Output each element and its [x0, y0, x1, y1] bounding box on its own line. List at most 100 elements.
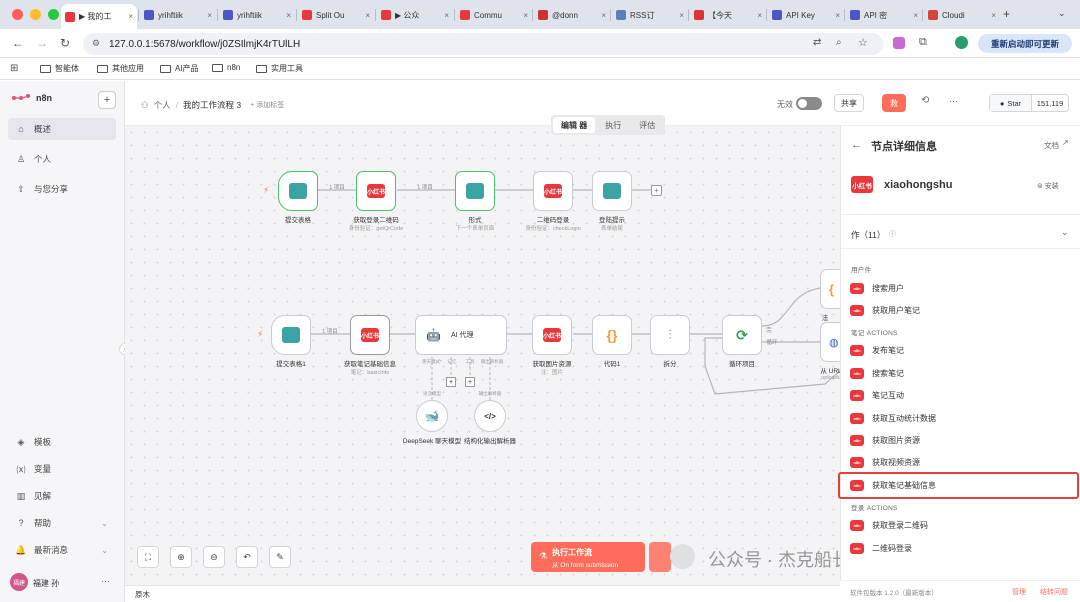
browser-tab[interactable]: 【今天 × — [690, 5, 766, 25]
action-item[interactable]: n8n 获取图片资源 — [850, 431, 1075, 449]
node-get-image[interactable]: 小红书 — [532, 315, 572, 355]
browser-tab[interactable]: yrihftiik × — [140, 5, 216, 25]
nav-item-user[interactable]: ♙ 个人 — [8, 148, 116, 170]
node-code[interactable]: {} — [592, 315, 632, 355]
manage-link[interactable]: 管理 — [1012, 587, 1026, 597]
browser-tab[interactable]: Commu × — [456, 5, 532, 25]
close-tab-icon[interactable]: × — [835, 11, 840, 20]
nav-item-template[interactable]: ◈ 模板 — [8, 431, 116, 453]
help-circle-icon[interactable]: ⓘ — [889, 229, 896, 239]
extension-icon[interactable] — [893, 37, 905, 49]
avatar[interactable]: 福建 — [10, 573, 28, 591]
nav-item-chart[interactable]: ▥ 见解 — [8, 485, 116, 507]
reload-icon[interactable]: ↻ — [60, 36, 70, 50]
profile-icon[interactable] — [955, 36, 968, 49]
nav-item-bell[interactable]: 🔔 最新消息 ⌄ — [8, 539, 116, 561]
close-tab-icon[interactable]: × — [444, 11, 449, 20]
create-button[interactable]: + — [98, 91, 116, 109]
report-issue-link[interactable]: 结转问题 — [1040, 587, 1068, 597]
workflow-canvas[interactable]: 编辑 器执行 评估 ⚡ 小红书 小红书 + 提交表格 获取登录二维码 身份验证：… — [125, 115, 912, 585]
back-icon[interactable]: ← — [12, 36, 24, 50]
close-tab-icon[interactable]: × — [207, 11, 212, 20]
deepseek-model-node[interactable]: 🐋 — [416, 400, 448, 432]
node-login-tip[interactable] — [592, 171, 632, 211]
translate-icon[interactable]: ⇄ — [813, 37, 821, 48]
action-item[interactable]: n8n 二维码登录 — [850, 539, 1075, 557]
close-tab-icon[interactable]: × — [679, 11, 684, 20]
new-tab-button[interactable]: + — [1003, 7, 1010, 21]
save-button[interactable]: 救 — [882, 94, 906, 112]
workflow-name[interactable]: 我的工作流程 3 — [183, 99, 241, 111]
close-tab-icon[interactable]: × — [913, 11, 918, 20]
bookmark-folder[interactable]: n8n — [212, 63, 240, 72]
action-item[interactable]: n8n 获取视频资源 — [850, 454, 1075, 472]
history-icon[interactable]: ⟲ — [921, 95, 929, 106]
browser-tab[interactable]: ▶ 公众 × — [377, 5, 453, 25]
nav-item-help[interactable]: ? 帮助 ⌄ — [8, 512, 116, 534]
node-form[interactable] — [455, 171, 495, 211]
bookmark-star-icon[interactable]: ☆ — [858, 36, 868, 49]
browser-tab[interactable]: API Key × — [768, 5, 844, 25]
zoom-window-button[interactable] — [48, 9, 59, 20]
close-tab-icon[interactable]: × — [601, 11, 606, 20]
zoom-in-button[interactable]: ⊕ — [170, 546, 192, 568]
node-split[interactable]: ⫶ — [650, 315, 690, 355]
nav-item-home[interactable]: ⌂ 概述 — [8, 118, 116, 140]
action-item[interactable]: n8n 获取互动统计数据 — [850, 409, 1075, 427]
fit-view-button[interactable]: ⛶ — [137, 546, 159, 568]
node-get-qrcode[interactable]: 小红书 — [356, 171, 396, 211]
docs-link[interactable]: 文档 — [1044, 140, 1059, 151]
node-get-note-info[interactable]: 小红书 — [350, 315, 390, 355]
n8n-logo[interactable]: n8n — [12, 93, 52, 103]
active-toggle[interactable] — [796, 97, 822, 110]
browser-tab[interactable]: ▶ 我的工 × — [61, 4, 137, 29]
external-link-icon[interactable]: ↗ — [1062, 138, 1069, 147]
bookmark-folder[interactable]: 智能体 — [40, 63, 79, 74]
node-qrcode-login[interactable]: 小红书 — [533, 171, 573, 211]
chevron-down-icon[interactable]: ⌄ — [1061, 227, 1069, 238]
add-tag-link[interactable]: + 添加标签 — [250, 100, 284, 110]
apps-grid-icon[interactable]: ⊞ — [10, 63, 18, 74]
close-tab-icon[interactable]: × — [365, 11, 370, 20]
back-arrow-icon[interactable]: ← — [851, 139, 862, 151]
node-ai-agent[interactable]: 🤖 AI 代理 — [415, 315, 507, 355]
browser-tab[interactable]: yrihftiik × — [219, 5, 295, 25]
forward-icon[interactable]: → — [36, 36, 48, 50]
close-tab-icon[interactable]: × — [128, 12, 133, 21]
user-menu-icon[interactable]: ··· — [101, 576, 110, 586]
close-tab-icon[interactable]: × — [523, 11, 528, 20]
close-tab-icon[interactable]: × — [286, 11, 291, 20]
close-tab-icon[interactable]: × — [757, 11, 762, 20]
bookmark-folder[interactable]: 其他应用 — [97, 63, 144, 74]
zoom-icon[interactable]: ⌕ — [836, 37, 842, 48]
execute-workflow-button[interactable]: ⚗ 执行工作流 从 On form submission — [531, 542, 645, 572]
bookmark-folder[interactable]: AI产品 — [160, 63, 199, 74]
minimize-window-button[interactable] — [30, 9, 41, 20]
add-memory-button[interactable]: + — [446, 377, 456, 387]
action-item[interactable]: n8n 获取登录二维码 — [850, 517, 1075, 535]
node-loop[interactable]: ⟳ — [722, 315, 762, 355]
nav-item-variable[interactable]: ⒳ 变量 — [8, 458, 116, 480]
browser-tab[interactable]: API 密 × — [846, 5, 922, 25]
close-window-button[interactable] — [12, 9, 23, 20]
share-button[interactable]: 共享 — [834, 94, 864, 112]
site-info-icon[interactable]: ⚙ — [92, 38, 100, 49]
action-item[interactable]: n8n 获取用户笔记 — [850, 301, 1075, 319]
tidy-up-button[interactable]: ✎ — [269, 546, 291, 568]
action-item[interactable]: n8n 发布笔记 — [850, 342, 1075, 360]
github-star[interactable]: ● Star 151,119 — [989, 94, 1069, 112]
add-node-button[interactable]: + — [651, 185, 662, 196]
relaunch-button[interactable]: 重新启动即可更新 — [978, 34, 1072, 53]
breadcrumb-owner[interactable]: 个人 — [154, 99, 171, 111]
structured-parser-node[interactable]: </> — [474, 400, 506, 432]
extensions-puzzle-icon[interactable]: ⧉ — [919, 36, 927, 49]
bookmark-folder[interactable]: 实用工具 — [256, 63, 303, 74]
browser-tab[interactable]: @donn × — [534, 5, 610, 25]
add-tool-button[interactable]: + — [465, 377, 475, 387]
node-submit-form[interactable] — [278, 171, 318, 211]
action-item[interactable]: n8n 搜索用户 — [850, 279, 1075, 297]
tab-search-icon[interactable]: ⌄ — [1058, 8, 1066, 19]
undo-button[interactable]: ↶ — [236, 546, 258, 568]
github-star-button[interactable]: ● Star — [990, 95, 1032, 111]
zoom-out-button[interactable]: ⊖ — [203, 546, 225, 568]
